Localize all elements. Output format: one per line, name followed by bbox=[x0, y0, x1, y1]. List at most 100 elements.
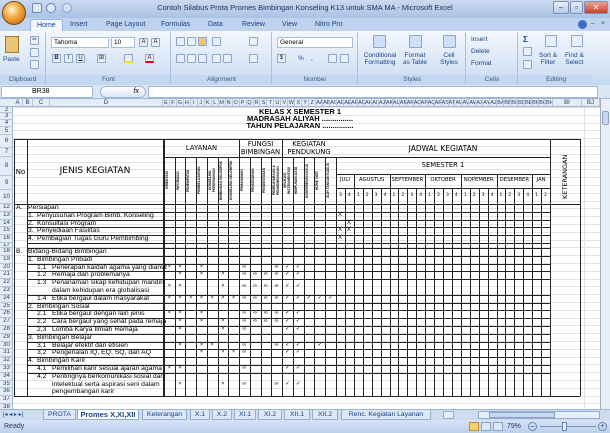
column-header-e[interactable]: E bbox=[163, 99, 170, 106]
sort-filter-icon[interactable] bbox=[545, 35, 557, 47]
column-header-be[interactable]: BE bbox=[525, 99, 533, 106]
page-break-view-icon[interactable] bbox=[493, 422, 503, 431]
cut-icon[interactable]: ✂ bbox=[30, 36, 39, 45]
autosum-button[interactable]: Σ bbox=[523, 35, 528, 44]
insert-function-button[interactable]: fx bbox=[100, 86, 146, 98]
format-as-table-icon[interactable] bbox=[409, 35, 422, 48]
orientation-icon[interactable] bbox=[212, 37, 221, 46]
column-header-q[interactable]: Q bbox=[247, 99, 254, 106]
find-select-icon[interactable] bbox=[571, 35, 583, 47]
office-button[interactable] bbox=[2, 1, 26, 25]
column-header-bb[interactable]: BB bbox=[504, 99, 512, 106]
column-header-ax[interactable]: AX bbox=[476, 99, 484, 106]
column-header-v[interactable]: V bbox=[281, 99, 289, 106]
column-header-i[interactable]: I bbox=[191, 99, 198, 106]
underline-icon[interactable]: U bbox=[76, 54, 85, 63]
row-header-21[interactable]: 21 bbox=[0, 271, 13, 280]
row-header-14[interactable]: 14 bbox=[0, 220, 13, 228]
find-select-button[interactable]: Find & Select bbox=[565, 52, 584, 66]
row-header-26[interactable]: 26 bbox=[0, 310, 13, 319]
column-header-y[interactable]: Y bbox=[302, 99, 310, 106]
column-header-ah[interactable]: AH bbox=[365, 99, 372, 106]
tab-insert[interactable]: Insert bbox=[64, 19, 94, 31]
format-painter-icon[interactable] bbox=[30, 60, 39, 69]
tab-data[interactable]: Data bbox=[202, 19, 229, 31]
comma-button[interactable]: , bbox=[311, 55, 313, 62]
column-header-av[interactable]: AV bbox=[462, 99, 470, 106]
align-top-icon[interactable] bbox=[176, 37, 185, 46]
column-header-g[interactable]: G bbox=[177, 99, 184, 106]
cell-styles-icon[interactable] bbox=[443, 35, 456, 48]
column-header-j[interactable]: J bbox=[198, 99, 205, 106]
row-header-37[interactable]: 37 bbox=[0, 396, 13, 404]
font-color-icon[interactable]: A bbox=[145, 54, 154, 63]
increase-decimal-icon[interactable] bbox=[328, 54, 337, 63]
column-header-f[interactable]: F bbox=[170, 99, 177, 106]
column-header-w[interactable]: W bbox=[288, 99, 296, 106]
cell-styles-button[interactable]: Cell Styles bbox=[435, 52, 463, 66]
sheet-tab-prota[interactable]: PROTA bbox=[43, 410, 76, 420]
italic-icon[interactable]: I bbox=[64, 54, 73, 63]
row-header-13[interactable]: 13 bbox=[0, 212, 13, 220]
column-header-ag[interactable]: AG bbox=[358, 99, 365, 106]
tab-page-layout[interactable]: Page Layout bbox=[100, 19, 151, 31]
tab-view[interactable]: View bbox=[276, 19, 303, 31]
column-header-n[interactable]: N bbox=[226, 99, 233, 106]
align-left-icon[interactable] bbox=[176, 54, 185, 63]
column-header-c[interactable]: C bbox=[33, 99, 50, 106]
row-header-20[interactable]: 20 bbox=[0, 264, 13, 272]
column-header-u[interactable]: U bbox=[274, 99, 282, 106]
column-header-bc[interactable]: BC bbox=[511, 99, 519, 106]
redo-icon[interactable] bbox=[62, 3, 72, 13]
row-header-29[interactable]: 29 bbox=[0, 334, 13, 342]
tab-nitro-pro[interactable]: Nitro Pro bbox=[309, 19, 349, 31]
sheet-tab-x-2[interactable]: X.2 bbox=[212, 410, 232, 420]
column-header-ar[interactable]: AR bbox=[435, 99, 442, 106]
row-header-36[interactable]: 36 bbox=[0, 388, 13, 397]
column-header-bi[interactable]: BI bbox=[553, 99, 582, 106]
row-header-31[interactable]: 31 bbox=[0, 349, 13, 358]
column-header-aj[interactable]: AJ bbox=[379, 99, 386, 106]
row-header-5[interactable]: 5 bbox=[0, 127, 13, 135]
column-header-r[interactable]: R bbox=[254, 99, 261, 106]
sort-filter-button[interactable]: Sort & Filter bbox=[539, 52, 557, 66]
column-header-af[interactable]: AF bbox=[351, 99, 358, 106]
sheet-tab-xi-2[interactable]: XI.2 bbox=[258, 410, 282, 420]
normal-view-icon[interactable] bbox=[469, 422, 479, 431]
sheet-nav-arrows[interactable]: |◂ ◂ ▸ ▸| bbox=[3, 411, 23, 418]
column-header-at[interactable]: AT bbox=[449, 99, 456, 106]
row-header-35[interactable]: 35 bbox=[0, 381, 13, 389]
row-header-9[interactable]: 9 bbox=[0, 176, 13, 190]
ribbon-minimize-icon[interactable]: – bbox=[591, 20, 595, 27]
column-header-z[interactable]: Z bbox=[309, 99, 317, 106]
horizontal-scrollbar[interactable] bbox=[478, 411, 600, 419]
align-middle-icon[interactable] bbox=[187, 37, 196, 46]
column-header-l[interactable]: L bbox=[212, 99, 219, 106]
sheet-tab-xii-1[interactable]: XII.1 bbox=[284, 410, 310, 420]
maximize-button[interactable]: ▫ bbox=[570, 1, 583, 14]
zoom-in-button[interactable]: + bbox=[598, 422, 607, 431]
currency-icon[interactable]: $ bbox=[277, 54, 286, 63]
decrease-indent-icon[interactable] bbox=[212, 54, 221, 63]
column-header-aw[interactable]: AW bbox=[469, 99, 477, 106]
row-header-10[interactable]: 10 bbox=[0, 190, 13, 204]
sheet-tab-xi-1[interactable]: XI.1 bbox=[234, 410, 256, 420]
column-header-ad[interactable]: AD bbox=[337, 99, 345, 106]
clear-icon[interactable] bbox=[523, 60, 532, 69]
delete-cells-button[interactable]: Delete bbox=[471, 48, 490, 55]
column-header-bd[interactable]: BD bbox=[518, 99, 526, 106]
tab-review[interactable]: Review bbox=[236, 19, 271, 31]
sheet-tab-renc-kegiatan-layanan[interactable]: Renc. Kegiatan Layanan bbox=[341, 410, 431, 420]
row-header-15[interactable]: 15 bbox=[0, 227, 13, 236]
row-header-23[interactable]: 23 bbox=[0, 287, 13, 295]
row-header-27[interactable]: 27 bbox=[0, 318, 13, 326]
zoom-out-button[interactable]: – bbox=[528, 422, 537, 431]
decrease-decimal-icon[interactable] bbox=[340, 54, 349, 63]
sheet-tab-promes-x-xi-xii[interactable]: Promes X,XI,XII bbox=[77, 410, 139, 420]
row-header-8[interactable]: 8 bbox=[0, 157, 13, 176]
column-header-ba[interactable]: BA bbox=[497, 99, 505, 106]
formula-input[interactable] bbox=[148, 86, 598, 98]
shrink-font-icon[interactable]: A bbox=[151, 38, 160, 47]
row-header-30[interactable]: 30 bbox=[0, 342, 13, 350]
column-header-ac[interactable]: AC bbox=[330, 99, 338, 106]
